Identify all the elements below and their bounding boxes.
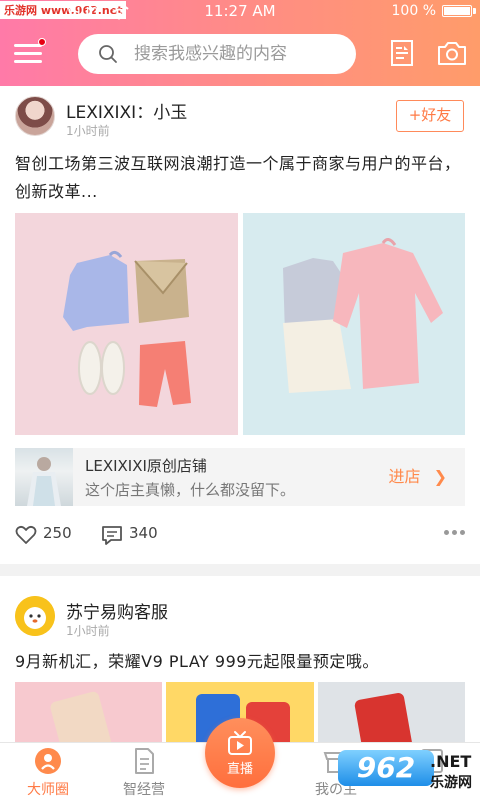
tab-label: 大师圈 [27, 782, 69, 798]
post-author[interactable]: LEXIXIXI：小玉 [66, 98, 187, 123]
document-icon [135, 748, 154, 774]
tab-label: 智经营 [123, 782, 165, 798]
avatar[interactable] [15, 96, 55, 136]
post-text[interactable]: 9月新机汇，荣耀V9 PLAY 999元起限量预定哦。 [15, 648, 470, 676]
status-bar: 乐游网 www.962.net dium 11:27 AM 100 % [0, 0, 480, 22]
post-image-sweaters[interactable] [243, 213, 465, 435]
top-nav: 搜索我感兴趣的内容 [0, 22, 480, 86]
tab-master-circle[interactable]: 大师圈 [0, 743, 96, 800]
lion-mascot-icon [15, 596, 55, 636]
feed-divider [0, 564, 480, 576]
more-icon[interactable] [444, 530, 466, 536]
live-button[interactable]: 直播 [205, 718, 275, 788]
enter-shop-button[interactable]: 进店 ❯ [388, 448, 447, 506]
tab-smart-business[interactable]: 智经营 [96, 743, 192, 800]
search-icon [99, 45, 117, 63]
search-placeholder: 搜索我感兴趣的内容 [134, 44, 287, 64]
add-friend-button[interactable]: +好友 [396, 100, 464, 132]
like-count: 250 [43, 524, 72, 542]
battery-tip [473, 8, 476, 14]
post-author[interactable]: 苏宁易购客服 [66, 598, 168, 623]
post-actions: 250 340 [0, 518, 480, 552]
notification-dot [38, 38, 46, 46]
shop-card[interactable]: LEXIXIXI原创店铺 这个店主真懒，什么都没留下。 进店 ❯ [15, 448, 465, 506]
comment-icon[interactable] [101, 524, 123, 546]
shop-tagline: 这个店主真懒，什么都没留下。 [85, 481, 296, 499]
shop-name: LEXIXIXI原创店铺 [85, 457, 207, 475]
comment-count: 340 [129, 524, 158, 542]
enter-shop-label: 进店 [388, 467, 421, 486]
post-image-clothing-flatlay[interactable] [15, 213, 238, 435]
scan-icon[interactable] [386, 38, 418, 68]
watermark-number: 962 [338, 750, 434, 786]
tv-icon [228, 731, 252, 755]
master-circle-icon [35, 748, 61, 774]
post-image-phone-pink[interactable] [15, 682, 162, 742]
battery-icon [442, 5, 472, 17]
site-watermark: 962 .NET 乐游网 [338, 750, 478, 796]
post-time: 1小时前 [66, 124, 110, 138]
search-input[interactable]: 搜索我感兴趣的内容 [78, 34, 356, 74]
sweater-illustration [243, 213, 465, 435]
clothing-illustration [15, 213, 238, 435]
chevron-right-icon: ❯ [433, 467, 447, 486]
post-text[interactable]: 智创工场第三波互联网浪潮打造一个属于商家与用户的平台，创新改革... [15, 150, 470, 206]
heart-icon[interactable] [15, 524, 37, 546]
watermark-net: .NET [430, 752, 472, 771]
battery-percent: 100 % [391, 3, 436, 19]
camera-icon[interactable] [436, 38, 468, 68]
shop-thumbnail [15, 448, 73, 506]
live-label: 直播 [226, 762, 253, 777]
post-image-phone-grey[interactable] [318, 682, 465, 742]
avatar[interactable] [15, 596, 55, 636]
watermark-cn: 乐游网 [430, 775, 472, 791]
post-time: 1小时前 [66, 624, 110, 638]
